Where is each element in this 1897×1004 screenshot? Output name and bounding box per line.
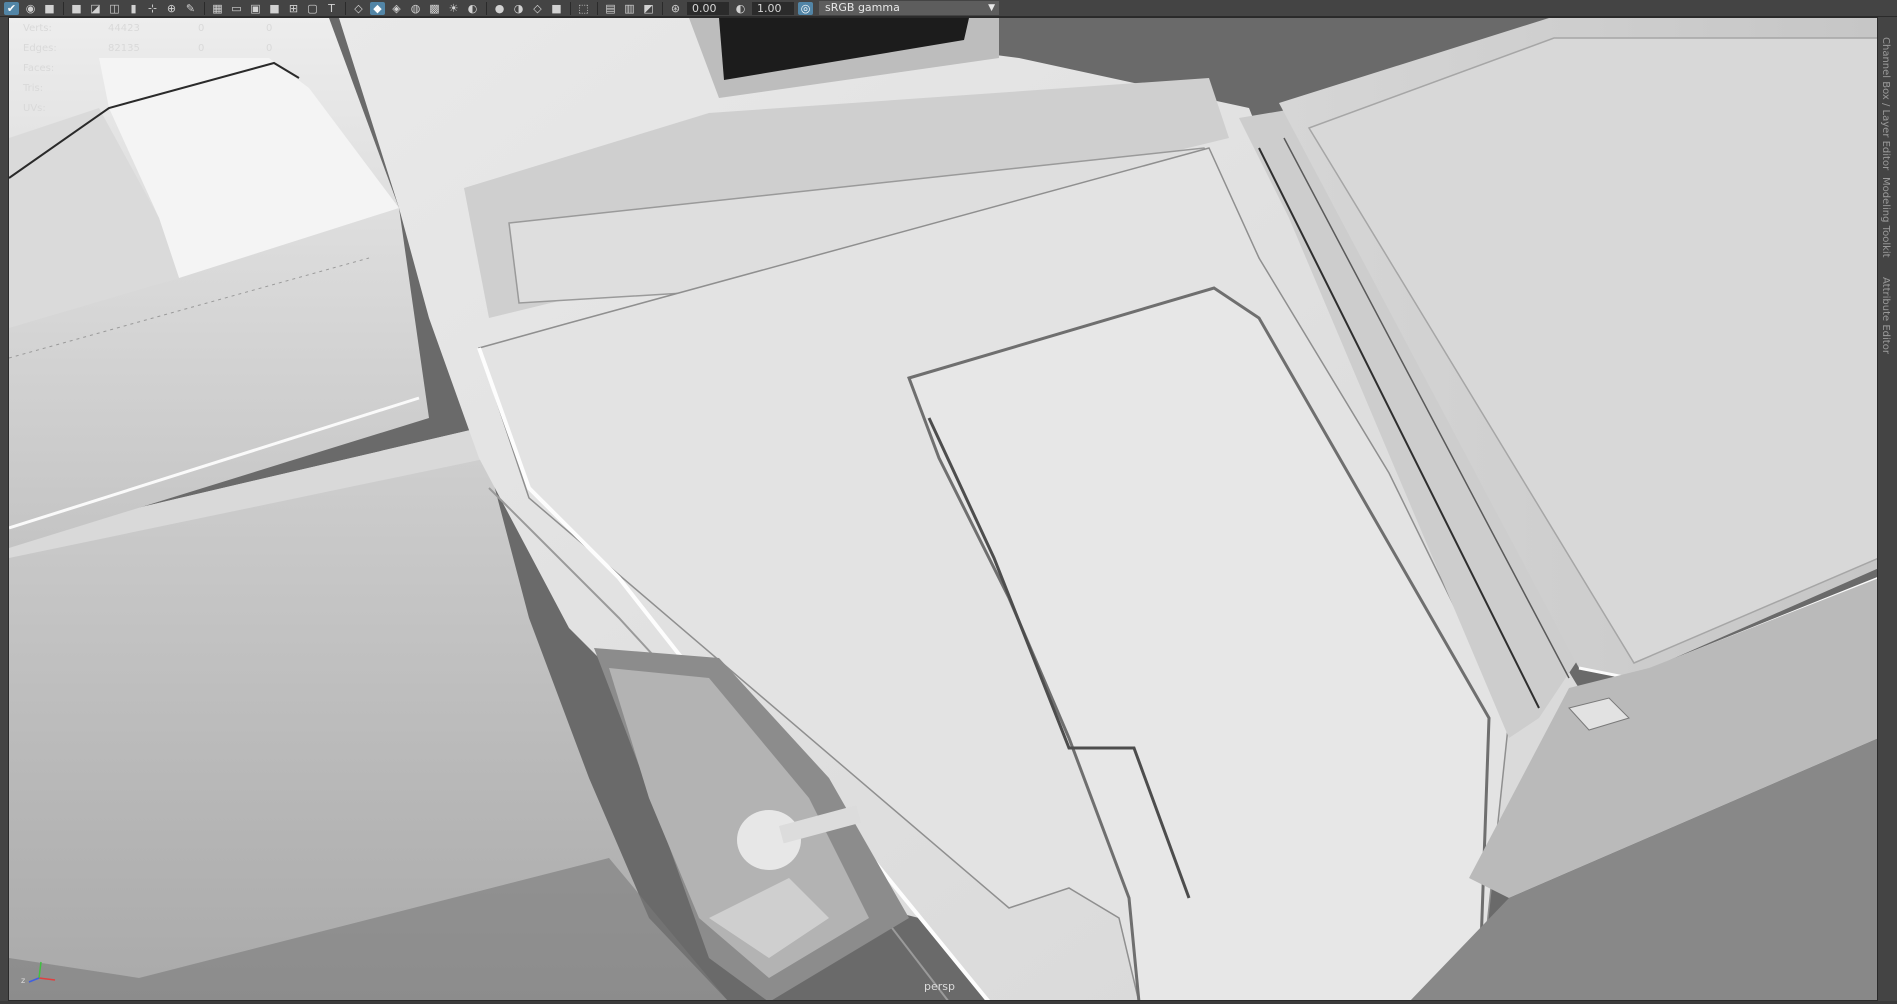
hud-selected: 0	[198, 22, 205, 34]
camera-bookmark-icon[interactable]: ◫	[107, 2, 122, 15]
hud-label: Verts:	[23, 22, 52, 34]
side-tab-strip: Channel Box / Layer Editor Modeling Tool…	[1878, 17, 1897, 1004]
toolbar-separator	[345, 1, 346, 15]
hud-row: Edges: 82135 0 0	[23, 38, 306, 58]
hud-label: Tris:	[23, 82, 44, 94]
toolbar-separator	[662, 1, 663, 15]
gate-mask-icon[interactable]: ■	[267, 2, 282, 15]
hud-label: Edges:	[23, 42, 57, 54]
isolate-select-icon[interactable]: ⬚	[576, 2, 591, 15]
grease-pencil-icon[interactable]: ✎	[183, 2, 198, 15]
motion-blur-icon[interactable]: ▥	[622, 2, 637, 15]
exposure-field[interactable]: 0.00	[687, 1, 729, 15]
exposure-icon[interactable]: ⊛	[668, 2, 683, 15]
gamma-icon[interactable]: ◐	[733, 2, 748, 15]
svg-text:z: z	[21, 976, 25, 985]
image-plane-icon[interactable]: ⊹	[145, 2, 160, 15]
shadows-icon[interactable]: ◐	[465, 2, 480, 15]
model-render	[9, 18, 1877, 1000]
grid-icon[interactable]: ▦	[210, 2, 225, 15]
xray-active-icon[interactable]: ◑	[511, 2, 526, 15]
hud-row: Tris:	[23, 78, 306, 98]
camera-attributes-icon[interactable]: ◪	[88, 2, 103, 15]
gamma-field[interactable]: 1.00	[752, 1, 794, 15]
bookmark-icon[interactable]: ▮	[126, 2, 141, 15]
viewport-panel-toolbar: ✔ ◉ ■ ■ ◪ ◫ ▮ ⊹ ⊕ ✎ ▦ ▭ ▣ ■ ⊞ ▢ T ◇ ◆ ◈ …	[0, 0, 1897, 17]
textured-checker-icon[interactable]: ▩	[427, 2, 442, 15]
hud-extra: 0	[266, 42, 273, 54]
tab-attribute-editor[interactable]: Attribute Editor	[1880, 277, 1891, 354]
field-chart-icon[interactable]: ⊞	[286, 2, 301, 15]
lock-camera-icon[interactable]: ■	[42, 2, 57, 15]
view-axis-gizmo: z	[21, 961, 56, 985]
hud-row: Verts: 44423 0 0	[23, 18, 306, 38]
safe-action-icon[interactable]: ▢	[305, 2, 320, 15]
camera-name-label: persp	[924, 980, 955, 993]
hud-row: Faces:	[23, 58, 306, 78]
selection-mask-icon[interactable]: ✔	[4, 1, 19, 15]
hud-row: UVs:	[23, 98, 306, 118]
film-gate-icon[interactable]: ▭	[229, 2, 244, 15]
hud-label: UVs:	[23, 102, 46, 114]
toolbar-separator	[486, 1, 487, 15]
tab-modeling-toolkit[interactable]: Modeling Toolkit	[1880, 177, 1891, 258]
poly-count-hud: Verts: 44423 0 0 Edges: 82135 0 0 Faces:…	[23, 18, 306, 118]
toolbar-separator	[597, 1, 598, 15]
hud-value: 82135	[108, 42, 140, 54]
color-management-icon[interactable]: ◎	[798, 1, 813, 15]
color-space-dropdown[interactable]: sRGB gamma ▼	[819, 1, 999, 15]
tab-channel-box[interactable]: Channel Box / Layer Editor	[1880, 37, 1891, 170]
select-camera-icon[interactable]: ◉	[23, 2, 38, 15]
toolbar-separator	[570, 1, 571, 15]
hud-selected: 0	[198, 42, 205, 54]
screen-space-ambient-occlusion-icon[interactable]: ▤	[603, 2, 618, 15]
hud-value: 44423	[108, 22, 140, 34]
camera-icon[interactable]: ■	[69, 2, 84, 15]
color-space-label: sRGB gamma	[825, 1, 900, 14]
use-all-lights-icon[interactable]: ☀	[446, 2, 461, 15]
two-d-pan-zoom-icon[interactable]: ⊕	[164, 2, 179, 15]
xray-joints-icon[interactable]: ◇	[530, 2, 545, 15]
wireframe-icon[interactable]: ◇	[351, 2, 366, 15]
hud-extra: 0	[266, 22, 273, 34]
depth-of-field-icon[interactable]: ◩	[641, 2, 656, 15]
xray-active-components-icon[interactable]: ■	[549, 2, 564, 15]
chevron-down-icon: ▼	[988, 3, 995, 13]
viewport-3d[interactable]: Verts: 44423 0 0 Edges: 82135 0 0 Faces:…	[8, 17, 1878, 1001]
textured-icon[interactable]: ◍	[408, 2, 423, 15]
xray-icon[interactable]: ●	[492, 2, 507, 15]
wireframe-on-shaded-icon[interactable]: ◈	[389, 2, 404, 15]
toolbar-separator	[204, 1, 205, 15]
resolution-gate-icon[interactable]: ▣	[248, 2, 263, 15]
smooth-shade-icon[interactable]: ◆	[370, 1, 385, 15]
safe-title-icon[interactable]: T	[324, 2, 339, 15]
toolbar-separator	[63, 1, 64, 15]
hud-label: Faces:	[23, 62, 55, 74]
